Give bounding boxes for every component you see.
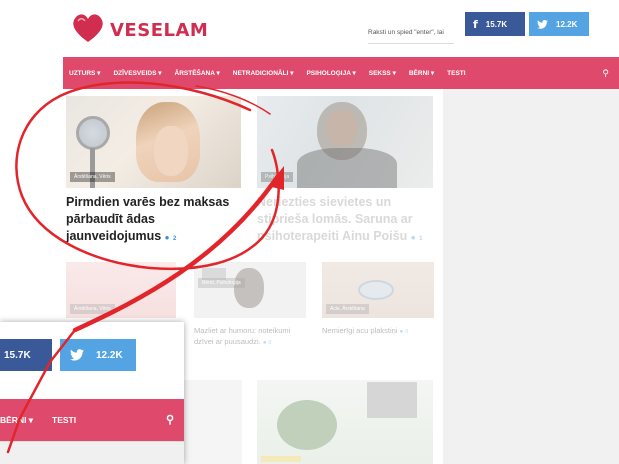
annotation-circle-tail: [195, 85, 271, 115]
annotation-arrow-head: [268, 166, 284, 190]
annotation-arrow-line: [6, 328, 77, 454]
annotation-arrow-shaft: [72, 173, 281, 333]
annotation-circle: [15, 81, 280, 271]
annotation-overlay: [6, 81, 284, 454]
